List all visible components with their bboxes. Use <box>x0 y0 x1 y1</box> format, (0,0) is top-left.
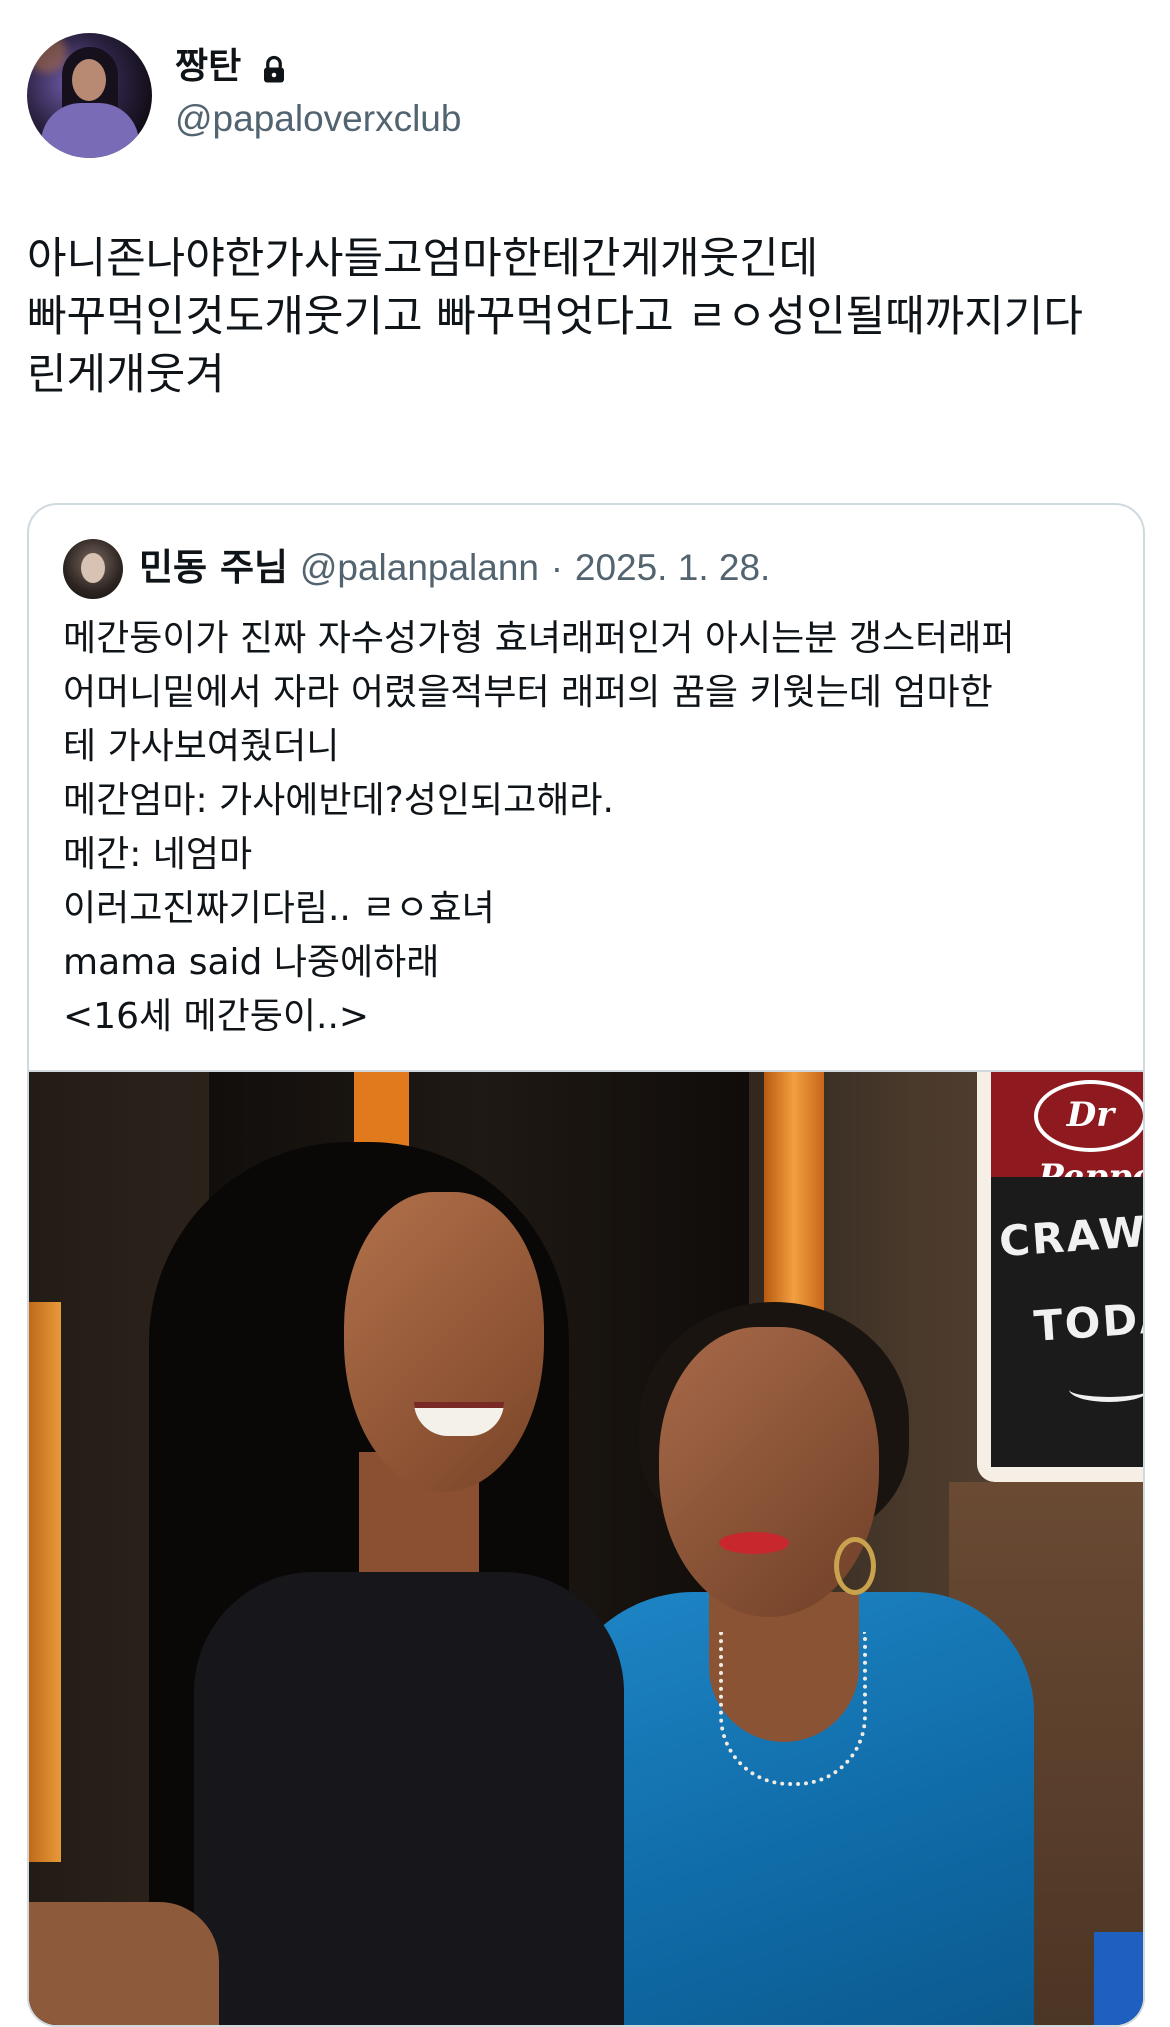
photo-pearl-necklace <box>719 1632 867 1786</box>
tweet-header: 짱탄 @papaloverxclub <box>27 33 1143 158</box>
photo-earring <box>834 1537 876 1595</box>
quoted-author-line: 민동 주님 @palanpalann · 2025. 1. 28. <box>139 543 770 593</box>
quoted-avatar-face <box>81 553 105 583</box>
photo-arm <box>29 1902 219 2025</box>
quoted-text-line: 메간: 네엄마 <box>63 834 253 875</box>
photo-mother-lips <box>719 1532 789 1554</box>
avatar-glow <box>27 33 67 73</box>
author-handle[interactable]: @papaloverxclub <box>175 97 461 141</box>
lock-icon <box>264 55 284 83</box>
quoted-text-line: <16세 메간둥이..> <box>63 996 370 1037</box>
quoted-text-line: 이러고진짜기다림.. ㄹㅇ효녀 <box>63 888 495 929</box>
quoted-author-handle[interactable]: @palanpalann <box>300 547 539 588</box>
tweet-text: 아니존나야한가사들고엄마한테간게개웃긴데 빠꾸먹인것도개웃기고 빠꾸먹엇다고 ㄹ… <box>27 230 1147 404</box>
tweet-text-line: 아니존나야한가사들고엄마한테간게개웃긴데 <box>27 234 819 284</box>
tweet-text-line: 빠꾸먹인것도개웃기고 빠꾸먹엇다고 ㄹㅇ성인될때까지기다 <box>27 292 1083 342</box>
quoted-date[interactable]: 2025. 1. 28. <box>575 547 770 588</box>
quoted-tweet-card[interactable]: 민동 주님 @palanpalann · 2025. 1. 28. 메간둥이가 … <box>27 503 1145 2027</box>
quoted-separator: · <box>550 547 564 588</box>
photo-sign-swoosh <box>1069 1377 1143 1402</box>
quoted-tweet-photo[interactable]: Dr Pepper CRAW TODA <box>29 1070 1143 2025</box>
avatar-clothes <box>41 103 139 158</box>
quoted-text-line: 메간엄마: 가사에반데?성인되고해라. <box>63 780 614 821</box>
photo-daughter-top <box>194 1572 624 2025</box>
author-avatar[interactable] <box>27 33 152 158</box>
photo-cup <box>1094 1932 1143 2025</box>
photo-orange-trim <box>354 1072 409 1152</box>
photo-sign-text: TODA <box>1032 1292 1143 1351</box>
quoted-tweet-text: 메간둥이가 진짜 자수성가형 효녀래퍼인거 아시는분 갱스터래퍼 어머니밑에서 … <box>63 612 1123 1044</box>
quoted-text-line: 어머니밑에서 자라 어렸을적부터 래퍼의 꿈을 키웟는데 엄마한 <box>63 672 993 713</box>
quoted-text-line: mama said 나중에하래 <box>63 942 440 983</box>
photo-daughter-face <box>344 1192 544 1492</box>
author-display-name[interactable]: 짱탄 <box>175 45 241 89</box>
avatar-face <box>72 59 106 101</box>
quoted-author-avatar[interactable] <box>63 539 123 599</box>
photo-sign-text: CRAW <box>997 1206 1143 1267</box>
tweet-text-line: 린게개웃겨 <box>27 350 225 400</box>
photo-orange-trim <box>29 1302 61 1862</box>
quoted-text-line: 테 가사보여줬더니 <box>63 726 340 767</box>
quoted-text-line: 메간둥이가 진짜 자수성가형 효녀래퍼인거 아시는분 갱스터래퍼 <box>63 618 1015 659</box>
quoted-author-name[interactable]: 민동 주님 <box>139 546 288 589</box>
photo-sign-logo: Dr Pepper <box>1034 1080 1143 1197</box>
